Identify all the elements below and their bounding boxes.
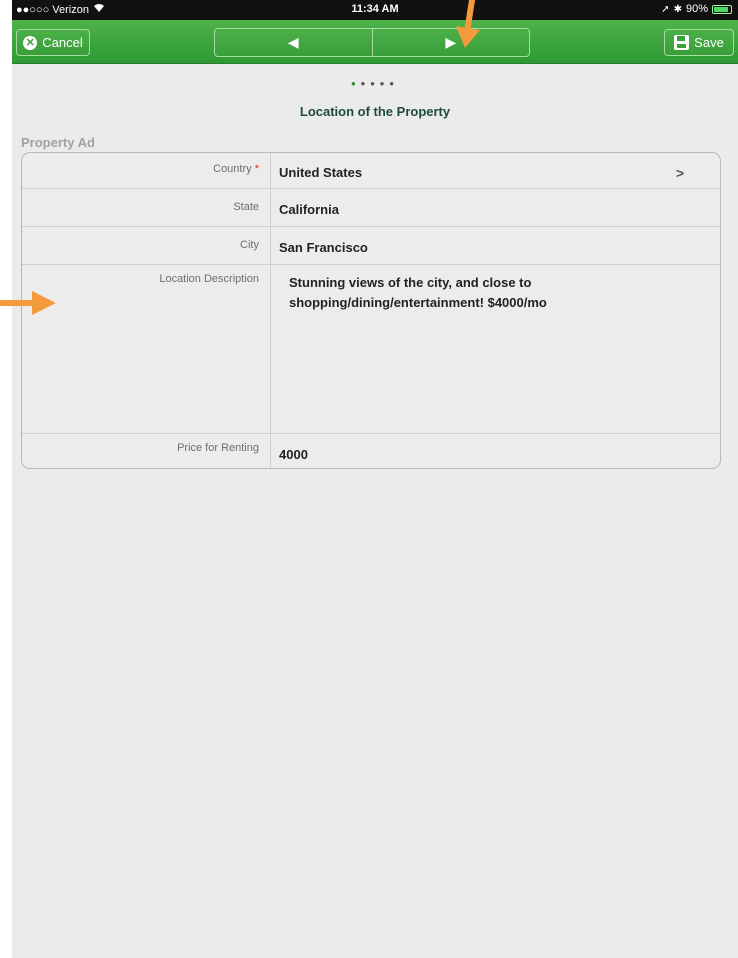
price-label: Price for Renting [22, 434, 271, 468]
page-dot: • [351, 76, 361, 91]
city-label: City [22, 227, 271, 264]
page-dot: • [360, 76, 371, 91]
cancel-button[interactable]: ✕ Cancel [16, 29, 90, 56]
previous-button[interactable]: ◀ [215, 29, 372, 56]
location-description-textarea[interactable]: Stunning views of the city, and close to… [279, 265, 720, 433]
battery-percent: 90% [685, 3, 708, 15]
country-value[interactable]: United States [279, 153, 720, 188]
annotation-arrow-down-icon [456, 0, 480, 48]
page-title: Location of the Property [299, 104, 451, 119]
state-field[interactable]: California [279, 189, 720, 226]
cancel-label: Cancel [42, 35, 83, 50]
page-dot: • [379, 76, 390, 91]
page-indicator: ••••• [12, 76, 738, 91]
form-row-state[interactable]: State California [22, 189, 720, 227]
property-form: Country * United States > State Californ… [21, 152, 721, 469]
navigation-toolbar: ✕ Cancel ◀ ▶ Save [12, 20, 738, 64]
form-row-price[interactable]: Price for Renting 4000 [22, 434, 720, 468]
country-label: Country [213, 163, 252, 175]
cancel-icon: ✕ [23, 35, 38, 50]
bluetooth-icon: ✱ [673, 3, 682, 15]
city-field[interactable]: San Francisco [279, 227, 720, 264]
form-row-country[interactable]: Country * United States > [22, 153, 720, 189]
state-label: State [22, 189, 271, 226]
ipad-screen: ●●○○○ Verizon 11:34 AM ➚ ✱ 90% ✕ Cancel … [12, 0, 738, 958]
price-field[interactable]: 4000 [279, 434, 720, 468]
location-icon: ➚ [661, 3, 670, 15]
save-button[interactable]: Save [664, 29, 734, 56]
arrow-left-icon: ◀ [287, 34, 299, 50]
page-dot: • [389, 76, 399, 91]
section-header: Property Ad [21, 135, 95, 150]
battery-icon [712, 4, 732, 14]
page-dot: • [370, 76, 380, 91]
clock: 11:34 AM [351, 3, 399, 15]
chevron-right-icon: > [675, 165, 684, 181]
status-bar: ●●○○○ Verizon 11:34 AM ➚ ✱ 90% [12, 0, 738, 20]
required-marker: * [254, 163, 259, 175]
annotation-arrow-right-icon [0, 291, 56, 315]
battery-fill [714, 6, 729, 12]
save-icon [674, 35, 690, 50]
save-label: Save [694, 35, 724, 50]
form-row-location-description[interactable]: Location Description Stunning views of t… [22, 265, 720, 434]
form-row-city[interactable]: City San Francisco [22, 227, 720, 265]
